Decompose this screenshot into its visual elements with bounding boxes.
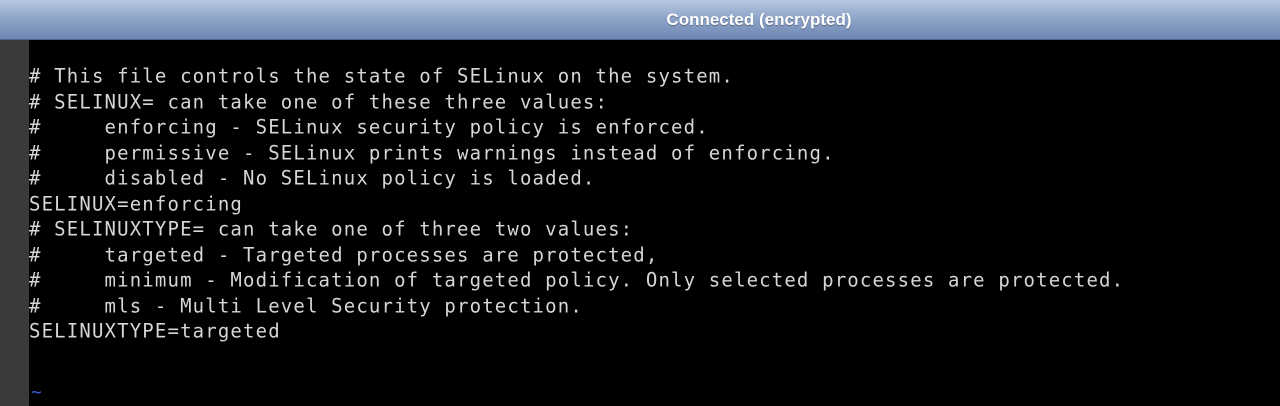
file-line: # SELINUXTYPE= can take one of three two… [29, 217, 634, 241]
window-titlebar[interactable]: Connected (encrypted) [0, 0, 1280, 40]
file-line: # disabled - No SELinux policy is loaded… [29, 166, 596, 190]
file-line: # targeted - Targeted processes are prot… [29, 242, 659, 267]
file-line: # enforcing - SELinux security policy is… [29, 115, 709, 139]
file-line: # This file controls the state of SELinu… [29, 64, 734, 88]
left-panel-edge [0, 40, 29, 406]
file-line: SELINUX=enforcing [29, 191, 244, 216]
file-content: # This file controls the state of SELinu… [29, 64, 1124, 345]
empty-line-tilde: ~ [31, 382, 42, 403]
connection-status-title: Connected (encrypted) [666, 10, 852, 29]
file-line: # minimum - Modification of targeted pol… [29, 268, 1125, 292]
file-line: # permissive - SELinux prints warnings i… [29, 140, 835, 165]
file-line: # SELINUX= can take one of these three v… [29, 89, 609, 114]
file-line: # mls - Multi Level Security protection. [29, 293, 583, 318]
file-line: SELINUXTYPE=targeted [29, 319, 281, 343]
terminal-screen[interactable]: # This file controls the state of SELinu… [29, 40, 1280, 406]
